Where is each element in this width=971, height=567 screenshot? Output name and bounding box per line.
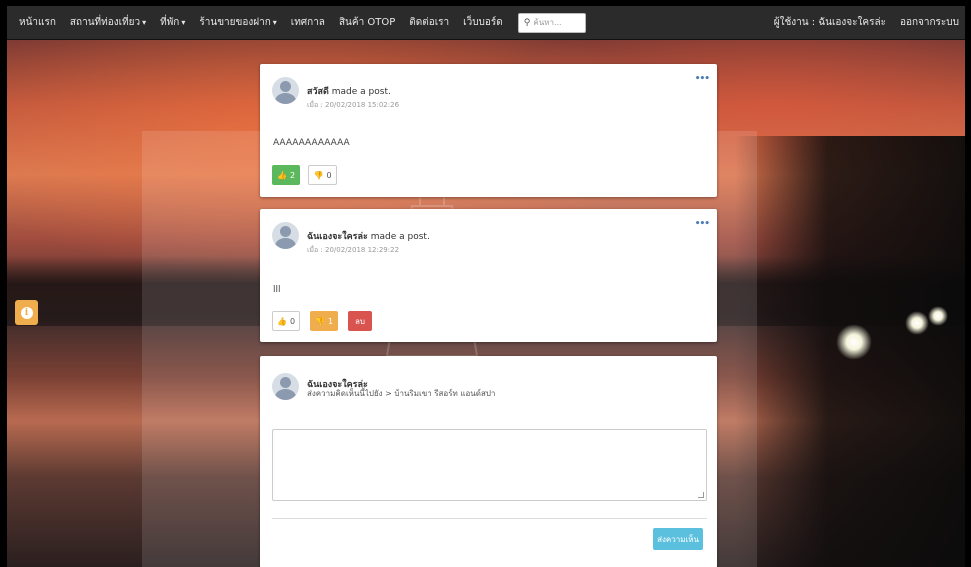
submit-comment-button[interactable]: ส่งความเห็น [653, 528, 703, 550]
nav-attractions[interactable]: สถานที่ท่องเที่ยว ▾ [63, 15, 153, 30]
like-count: 2 [289, 170, 296, 180]
post-action: made a post. [370, 232, 430, 242]
ellipsis-icon[interactable]: ••• [695, 74, 710, 84]
search-input[interactable]: ⚲ ค้นหา... [517, 12, 586, 33]
chevron-down-icon: ▾ [272, 18, 277, 27]
info-button[interactable]: i [15, 300, 38, 325]
thumbs-down-icon: 👎 [314, 316, 325, 326]
post-author[interactable]: ฉันเองจะใครล่ะ [307, 232, 368, 242]
nav-accommodation-label: ที่พัก [160, 17, 180, 28]
avatar [272, 373, 299, 400]
nav-festivals[interactable]: เทศกาล [284, 15, 332, 30]
nav-contact[interactable]: ติดต่อเรา [402, 15, 456, 30]
post-author[interactable]: สวัสดี [307, 87, 329, 97]
post-card: ••• ฉันเองจะใครล่ะ made a post. เมื่อ : … [260, 209, 717, 342]
post-timestamp: เมื่อ : 20/02/2018 15:02:26 [307, 101, 400, 109]
ellipsis-icon[interactable]: ••• [695, 219, 710, 229]
post-card: ••• สวัสดี made a post. เมื่อ : 20/02/20… [260, 64, 717, 197]
page-frame: หน้าแรก สถานที่ท่องเที่ยว ▾ ที่พัก ▾ ร้านข… [7, 6, 965, 567]
nav-souvenir-shops[interactable]: ร้านขายของฝาก ▾ [192, 15, 283, 30]
nav-logout[interactable]: ออกจากระบบ [893, 15, 965, 30]
nav-webboard[interactable]: เว็บบอร์ด [456, 15, 510, 30]
thumbs-up-icon: 👍 [276, 170, 287, 180]
nav-accommodation[interactable]: ที่พัก ▾ [153, 15, 192, 30]
dislike-count: 0 [326, 170, 332, 180]
avatar [272, 222, 299, 249]
thumbs-up-icon: 👍 [276, 316, 287, 326]
dislike-button[interactable]: 👎 1 [310, 311, 338, 331]
comment-target: ส่งความคิดเห็นนี้ไปยัง > บ้านริมเขา รีสอ… [307, 389, 496, 398]
resize-grip-icon[interactable] [698, 492, 704, 498]
post-text: lll [273, 285, 281, 295]
comment-textarea[interactable] [272, 429, 707, 501]
dislike-button[interactable]: 👎 0 [308, 165, 337, 185]
divider [272, 518, 707, 519]
avatar [272, 77, 299, 104]
post-timestamp: เมื่อ : 20/02/2018 12:29:22 [307, 246, 400, 254]
comment-card: ฉันเองจะใครล่ะ ส่งความคิดเห็นนี้ไปยัง > … [260, 356, 717, 567]
post-author-line: สวัสดี made a post. [307, 84, 391, 98]
post-text: AAAAAAAAAAAA [273, 138, 350, 148]
info-circle-icon: i [20, 306, 33, 319]
top-navbar: หน้าแรก สถานที่ท่องเที่ยว ▾ ที่พัก ▾ ร้านข… [7, 6, 965, 40]
nav-user-area: ผู้ใช้งาน : ฉันเองจะใครล่ะ ออกจากระบบ [767, 15, 965, 30]
like-count: 0 [289, 316, 296, 326]
nav-user[interactable]: ผู้ใช้งาน : ฉันเองจะใครล่ะ [767, 15, 893, 30]
chevron-down-icon: ▾ [142, 18, 147, 27]
background-lamp-light [928, 306, 948, 326]
nav-otop[interactable]: สินค้า OTOP [332, 15, 402, 30]
like-button[interactable]: 👍 2 [272, 165, 300, 185]
nav-attractions-label: สถานที่ท่องเที่ยว [69, 17, 141, 28]
background-lamp-light [836, 324, 872, 360]
nav-home[interactable]: หน้าแรก [7, 15, 63, 30]
search-icon: ⚲ [523, 17, 531, 28]
background-lamp-light [905, 311, 929, 335]
thumbs-down-icon: 👎 [313, 170, 324, 180]
like-button[interactable]: 👍 0 [272, 311, 300, 331]
chevron-down-icon: ▾ [181, 18, 186, 27]
search-placeholder: ค้นหา... [533, 18, 562, 27]
post-author-line: ฉันเองจะใครล่ะ made a post. [307, 229, 430, 243]
nav-souvenir-shops-label: ร้านขายของฝาก [199, 17, 271, 28]
dislike-count: 1 [327, 316, 334, 326]
delete-button[interactable]: ลบ [348, 311, 372, 331]
post-action: made a post. [331, 87, 391, 97]
